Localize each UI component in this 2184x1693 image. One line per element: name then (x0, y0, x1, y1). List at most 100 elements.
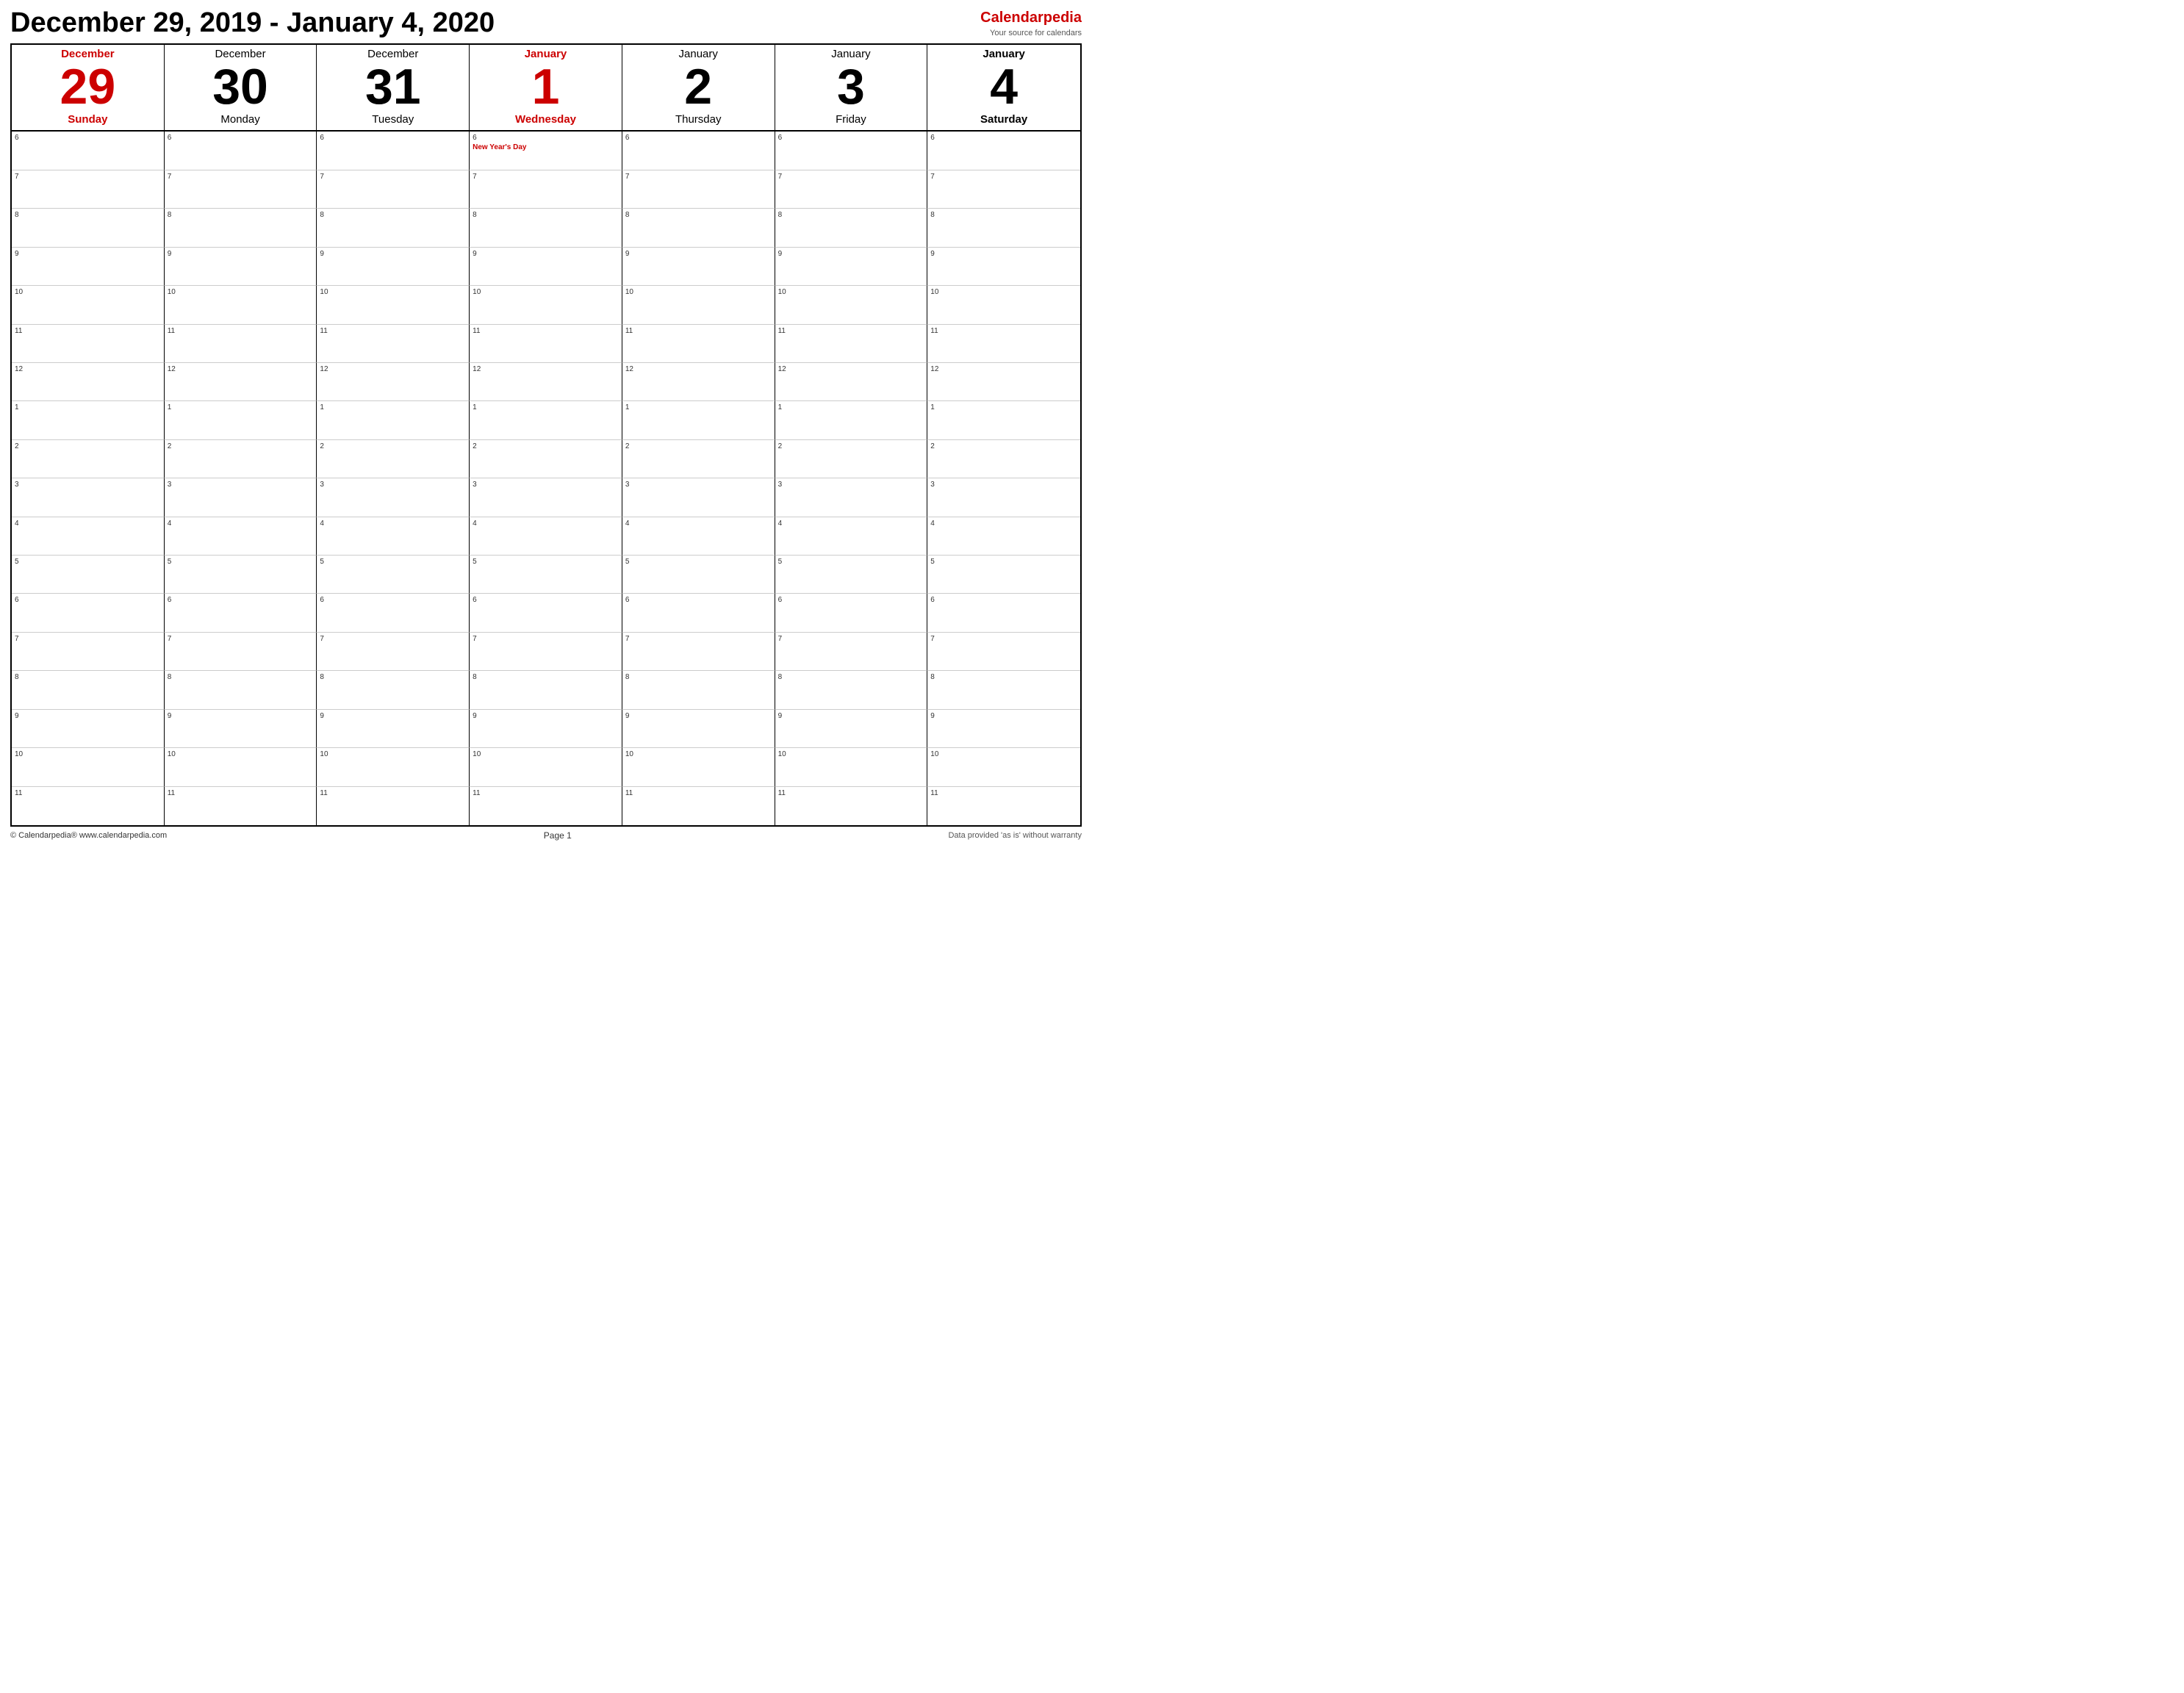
time-cell: 8 (317, 209, 470, 247)
time-cell: 2 (927, 440, 1080, 478)
time-cell: 5 (12, 556, 165, 594)
dayname-wednesday: Wednesday (474, 113, 617, 126)
day-header-monday: December 30 Monday (165, 45, 317, 130)
time-cell: 9 (165, 248, 317, 286)
time-cell: 1 (12, 401, 165, 439)
time-label: 2 (930, 442, 935, 450)
time-label: 12 (15, 365, 23, 373)
time-cell: 11 (775, 325, 928, 363)
time-label: 11 (320, 789, 327, 797)
time-label: 10 (930, 750, 938, 758)
time-cell: 10 (317, 286, 470, 324)
time-cell: 3 (775, 478, 928, 517)
time-cell: 9 (470, 710, 622, 748)
time-cell: 3 (470, 478, 622, 517)
time-label: 8 (15, 211, 19, 219)
time-cell: 10 (927, 748, 1080, 786)
time-label: 6 (625, 596, 630, 604)
time-label: 6 (625, 134, 630, 142)
logo-text: Calendarpedia (980, 7, 1082, 28)
time-cell: 10 (775, 748, 928, 786)
dayname-tuesday: Tuesday (321, 113, 464, 126)
time-label: 4 (320, 520, 324, 528)
time-label: 11 (473, 327, 480, 335)
time-cell: 3 (317, 478, 470, 517)
time-cell: 8 (927, 671, 1080, 709)
logo-tagline: Your source for calendars (980, 28, 1082, 39)
time-label: 1 (778, 403, 783, 411)
time-label: 3 (320, 481, 324, 489)
time-label: 12 (473, 365, 481, 373)
time-label: 6 (778, 134, 783, 142)
time-label: 9 (15, 250, 19, 258)
logo-calendar: Calendar (980, 10, 1043, 26)
time-label: 5 (320, 558, 324, 566)
time-label: 10 (625, 750, 633, 758)
time-label: 2 (778, 442, 783, 450)
time-cell: 11 (12, 325, 165, 363)
time-cell: 1 (622, 401, 775, 439)
time-cell: 4 (12, 517, 165, 556)
time-cell: 9 (927, 248, 1080, 286)
time-cell: 1 (470, 401, 622, 439)
logo-area: Calendarpedia Your source for calendars (980, 7, 1082, 39)
time-cell: 9 (927, 710, 1080, 748)
time-label: 10 (625, 288, 633, 296)
calendar-grid: December 29 Sunday December 30 Monday De… (10, 43, 1082, 827)
time-label: 7 (625, 173, 630, 181)
time-label: 5 (168, 558, 172, 566)
daynum-29: 29 (16, 62, 159, 112)
time-cell: 8 (470, 209, 622, 247)
time-label: 7 (625, 635, 630, 643)
time-label: 4 (168, 520, 172, 528)
time-label: 9 (320, 250, 324, 258)
time-label: 10 (168, 288, 176, 296)
time-label: 12 (320, 365, 328, 373)
daynum-1: 1 (474, 62, 617, 112)
time-cell: 12 (775, 363, 928, 401)
time-cell: 4 (927, 517, 1080, 556)
time-label: 7 (168, 635, 172, 643)
time-cell: 8 (622, 671, 775, 709)
time-label: 6 (473, 596, 477, 604)
time-label: 4 (778, 520, 783, 528)
time-cell: 9 (12, 710, 165, 748)
time-cell: 10 (622, 286, 775, 324)
time-label: 8 (778, 673, 783, 681)
time-label: 8 (778, 211, 783, 219)
time-cell: 10 (927, 286, 1080, 324)
time-cell: 8 (622, 209, 775, 247)
time-cell: 11 (165, 787, 317, 825)
day-header-tuesday: December 31 Tuesday (317, 45, 470, 130)
time-cell: 6 (12, 132, 165, 170)
time-label: 2 (473, 442, 477, 450)
time-label: 11 (778, 789, 786, 797)
time-cell: 8 (927, 209, 1080, 247)
time-label: 11 (930, 789, 938, 797)
time-label: 8 (320, 673, 324, 681)
time-cell: 5 (165, 556, 317, 594)
time-label: 9 (625, 712, 630, 720)
time-cell: 1 (927, 401, 1080, 439)
time-cell: 8 (12, 671, 165, 709)
time-cell: 11 (622, 325, 775, 363)
time-label: 7 (473, 173, 477, 181)
time-label: 11 (473, 789, 480, 797)
time-cell: 6 (622, 594, 775, 632)
dayname-saturday: Saturday (932, 113, 1076, 126)
time-label: 10 (15, 288, 23, 296)
logo-pedia: pedia (1043, 10, 1082, 26)
time-label: 4 (625, 520, 630, 528)
time-label: 7 (15, 635, 19, 643)
time-cell: 5 (622, 556, 775, 594)
time-cell: 12 (470, 363, 622, 401)
time-cell: 8 (775, 209, 928, 247)
daynum-4: 4 (932, 62, 1076, 112)
daynum-2: 2 (627, 62, 770, 112)
time-label: 5 (15, 558, 19, 566)
time-cell: 11 (927, 787, 1080, 825)
time-label: 7 (778, 173, 783, 181)
time-label: 8 (168, 211, 172, 219)
time-label: 9 (778, 250, 783, 258)
time-label: 7 (168, 173, 172, 181)
